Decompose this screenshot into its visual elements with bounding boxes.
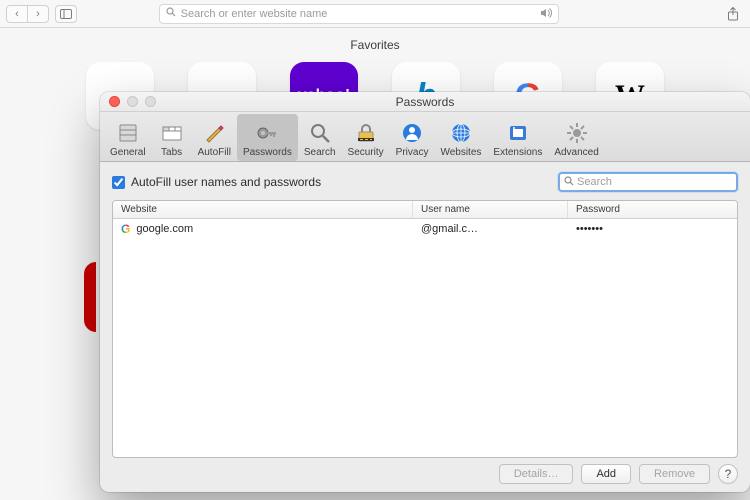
passwords-search-input[interactable]: Search [558, 172, 738, 192]
col-password[interactable]: Password [568, 201, 737, 218]
tab-tabs[interactable]: Tabs [152, 114, 192, 161]
tab-privacy[interactable]: Privacy [390, 114, 435, 161]
share-button[interactable] [722, 5, 744, 23]
help-button[interactable]: ? [718, 464, 738, 484]
tab-search[interactable]: Search [298, 114, 342, 161]
prefs-toolbar: General Tabs AutoFill Passwords Search S… [100, 112, 750, 162]
titlebar[interactable]: Passwords [100, 92, 750, 112]
address-bar[interactable]: Search or enter website name [159, 4, 559, 24]
autofill-checkbox[interactable] [112, 176, 125, 189]
sidebar-button[interactable] [55, 5, 77, 23]
col-website[interactable]: Website [113, 201, 413, 218]
tab-general[interactable]: General [104, 114, 152, 161]
autofill-icon [202, 121, 226, 145]
advanced-icon [565, 121, 589, 145]
security-icon [354, 121, 378, 145]
tab-advanced[interactable]: Advanced [548, 114, 604, 161]
audio-icon[interactable] [540, 7, 552, 22]
cell-website: google.com [136, 223, 193, 235]
tab-autofill[interactable]: AutoFill [192, 114, 237, 161]
back-button[interactable]: ‹ [6, 5, 28, 23]
tabs-icon [160, 121, 184, 145]
search-placeholder: Search [577, 176, 612, 188]
safari-toolbar: ‹ › Search or enter website name [0, 0, 750, 28]
passwords-icon [255, 121, 279, 145]
favorites-title: Favorites [0, 38, 750, 52]
websites-icon [449, 121, 473, 145]
general-icon [116, 121, 140, 145]
remove-button[interactable]: Remove [639, 464, 710, 484]
google-favicon: G [121, 222, 130, 236]
search-icon [564, 176, 574, 189]
add-button[interactable]: Add [581, 464, 631, 484]
autofill-label: AutoFill user names and passwords [131, 175, 321, 189]
tab-passwords[interactable]: Passwords [237, 114, 298, 161]
details-button[interactable]: Details… [499, 464, 574, 484]
search-icon [166, 7, 176, 20]
tab-websites[interactable]: Websites [434, 114, 487, 161]
cell-password: ••••••• [576, 223, 603, 235]
cell-username: @gmail.c… [421, 223, 478, 235]
table-row[interactable]: G google.com @gmail.c… ••••••• [113, 219, 737, 239]
preferences-window: Passwords General Tabs AutoFill Password… [100, 92, 750, 492]
favorite-tile-fragment[interactable] [84, 262, 96, 332]
tab-security[interactable]: Security [342, 114, 390, 161]
tab-extensions[interactable]: Extensions [487, 114, 548, 161]
forward-button[interactable]: › [27, 5, 49, 23]
address-placeholder: Search or enter website name [181, 8, 328, 20]
col-username[interactable]: User name [413, 201, 568, 218]
window-title: Passwords [100, 95, 750, 109]
search-tab-icon [308, 121, 332, 145]
privacy-icon [400, 121, 424, 145]
passwords-table: Website User name Password G google.com … [112, 200, 738, 458]
extensions-icon [506, 121, 530, 145]
